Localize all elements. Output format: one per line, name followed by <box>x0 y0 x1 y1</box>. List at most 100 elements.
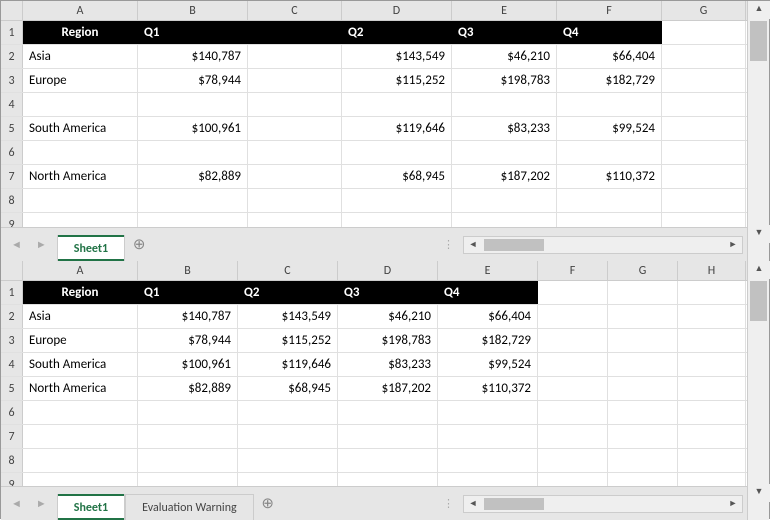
sheet-tab[interactable]: Sheet1 <box>57 235 125 261</box>
row-header[interactable]: 9 <box>1 213 23 227</box>
cell[interactable]: $46,210 <box>338 305 438 328</box>
tab-split-handle[interactable]: ⋮ <box>435 238 463 251</box>
cell[interactable] <box>608 401 678 424</box>
cell[interactable] <box>138 93 248 116</box>
cell[interactable] <box>452 189 557 212</box>
cell[interactable] <box>438 425 538 448</box>
cell[interactable]: $66,404 <box>557 45 662 68</box>
scroll-left-button[interactable]: ◄ <box>464 498 482 509</box>
cell[interactable] <box>342 141 452 164</box>
row-header[interactable]: 1 <box>1 21 23 44</box>
scroll-up-button[interactable]: ▲ <box>748 1 770 19</box>
cell[interactable] <box>342 93 452 116</box>
cell[interactable] <box>138 401 238 424</box>
cell[interactable] <box>338 449 438 472</box>
cell[interactable] <box>452 213 557 227</box>
row-header[interactable]: 1 <box>1 281 23 304</box>
cell[interactable] <box>452 93 557 116</box>
cell[interactable]: North America <box>23 377 138 400</box>
cell[interactable]: $100,961 <box>138 117 248 140</box>
row-header[interactable]: 8 <box>1 189 23 212</box>
cell[interactable] <box>678 401 746 424</box>
cell[interactable] <box>248 141 342 164</box>
row-header[interactable]: 7 <box>1 425 23 448</box>
cell[interactable]: $119,646 <box>342 117 452 140</box>
cell[interactable] <box>342 189 452 212</box>
cell[interactable] <box>678 353 746 376</box>
horizontal-scrollbar[interactable]: ◄ ► <box>463 236 743 254</box>
cell[interactable]: $198,783 <box>452 69 557 92</box>
cell[interactable] <box>538 353 608 376</box>
cell[interactable] <box>238 425 338 448</box>
table-header-cell[interactable] <box>662 21 746 44</box>
grid-top[interactable]: ABCDEFG1RegionQ1Q2Q3Q42Asia$140,787$143,… <box>1 1 748 227</box>
table-header-cell[interactable]: Region <box>23 21 138 44</box>
cell[interactable]: $119,646 <box>238 353 338 376</box>
cell[interactable] <box>538 425 608 448</box>
cell[interactable] <box>662 69 746 92</box>
table-header-cell[interactable]: Q2 <box>238 281 338 304</box>
cell[interactable] <box>23 93 138 116</box>
cell[interactable]: $198,783 <box>338 329 438 352</box>
cell[interactable] <box>23 401 138 424</box>
cell[interactable] <box>138 473 238 486</box>
cell[interactable] <box>338 425 438 448</box>
cell[interactable]: $83,233 <box>338 353 438 376</box>
cell[interactable] <box>238 473 338 486</box>
row-header[interactable]: 7 <box>1 165 23 188</box>
scroll-right-button[interactable]: ► <box>724 239 742 250</box>
cell[interactable]: $140,787 <box>138 305 238 328</box>
cell[interactable]: $115,252 <box>342 69 452 92</box>
cell[interactable]: $68,945 <box>342 165 452 188</box>
cell[interactable] <box>23 473 138 486</box>
cell[interactable] <box>678 473 746 486</box>
cell[interactable]: $182,729 <box>557 69 662 92</box>
cell[interactable] <box>662 213 746 227</box>
cell[interactable] <box>338 401 438 424</box>
table-header-cell[interactable]: Q1 <box>138 21 248 44</box>
cell[interactable] <box>662 45 746 68</box>
cell[interactable]: $82,889 <box>138 377 238 400</box>
sheet-tab[interactable]: Evaluation Warning <box>125 494 254 520</box>
table-header-cell[interactable] <box>608 281 678 304</box>
cell[interactable] <box>438 473 538 486</box>
cell[interactable] <box>23 189 138 212</box>
row-header[interactable]: 8 <box>1 449 23 472</box>
grid-bottom[interactable]: ABCDEFGH1RegionQ1Q2Q3Q42Asia$140,787$143… <box>1 261 748 486</box>
cell[interactable]: $99,524 <box>557 117 662 140</box>
cell[interactable] <box>238 449 338 472</box>
column-header[interactable]: B <box>138 1 248 20</box>
cell[interactable]: Asia <box>23 45 138 68</box>
row-header[interactable]: 5 <box>1 117 23 140</box>
row-header[interactable]: 2 <box>1 305 23 328</box>
table-header-cell[interactable]: Region <box>23 281 138 304</box>
cell[interactable] <box>248 117 342 140</box>
row-header[interactable]: 2 <box>1 45 23 68</box>
cell[interactable]: $140,787 <box>138 45 248 68</box>
cell[interactable] <box>138 213 248 227</box>
table-header-cell[interactable]: Q1 <box>138 281 238 304</box>
cell[interactable] <box>248 45 342 68</box>
column-header[interactable]: G <box>608 261 678 280</box>
table-header-cell[interactable]: Q2 <box>342 21 452 44</box>
scroll-thumb[interactable] <box>484 239 544 251</box>
column-header[interactable]: G <box>662 1 746 20</box>
cell[interactable]: Europe <box>23 329 138 352</box>
cell[interactable] <box>538 473 608 486</box>
cell[interactable] <box>678 329 746 352</box>
tab-nav-prev-icon[interactable]: ◄ <box>11 497 22 510</box>
table-header-cell[interactable]: Q3 <box>338 281 438 304</box>
scroll-thumb[interactable] <box>484 498 544 510</box>
row-header[interactable]: 6 <box>1 141 23 164</box>
cell[interactable]: $143,549 <box>238 305 338 328</box>
scroll-track[interactable] <box>748 19 769 225</box>
cell[interactable] <box>452 141 557 164</box>
cell[interactable]: $83,233 <box>452 117 557 140</box>
cell[interactable] <box>138 141 248 164</box>
cell[interactable] <box>608 473 678 486</box>
cell[interactable] <box>608 377 678 400</box>
cell[interactable]: North America <box>23 165 138 188</box>
column-header[interactable]: A <box>23 261 138 280</box>
cell[interactable]: $110,372 <box>557 165 662 188</box>
cell[interactable] <box>557 141 662 164</box>
